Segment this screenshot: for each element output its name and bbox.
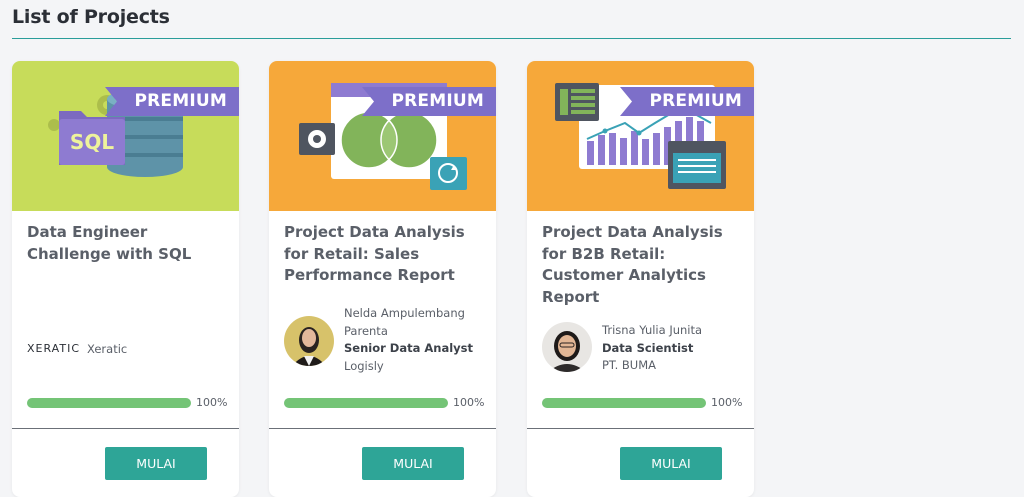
card-divider <box>269 428 496 429</box>
avatar <box>542 322 592 372</box>
premium-badge: PREMIUM <box>134 91 227 111</box>
card-title[interactable]: Project Data Analysis for B2B Retail: Cu… <box>542 222 747 308</box>
page-title: List of Projects <box>12 6 170 28</box>
author-name: Trisna Yulia Junita <box>602 323 703 337</box>
progress-percent: 100% <box>711 396 743 409</box>
card-banner[interactable]: PREMIUM <box>527 61 754 211</box>
project-card[interactable]: PREMIUM Project Data Analysis for Retail… <box>269 61 496 497</box>
card-divider <box>12 428 239 429</box>
progress-bar <box>27 398 191 408</box>
mulai-button[interactable]: MULAI <box>362 447 464 480</box>
svg-text:SQL: SQL <box>70 130 114 154</box>
organizer-logo: XERATIC <box>27 342 80 355</box>
author-role: Senior Data Analyst <box>344 341 473 355</box>
premium-badge: PREMIUM <box>391 91 484 111</box>
author-photo <box>542 322 592 372</box>
progress-percent: 100% <box>453 396 485 409</box>
author-info: Nelda Ampulembang Parenta Senior Data An… <box>344 305 494 375</box>
avatar <box>284 316 334 366</box>
progress-bar <box>542 398 706 408</box>
progress-fill <box>542 398 706 408</box>
author-info: Trisna Yulia Junita Data Scientist PT. B… <box>602 322 752 375</box>
organizer-name: Xeratic <box>87 342 128 356</box>
author-name: Nelda Ampulembang Parenta <box>344 306 465 338</box>
project-card[interactable]: SQL PREMIUM Data Engineer Challenge with… <box>12 61 239 497</box>
project-card[interactable]: PREMIUM Project Data Analysis for B2B Re… <box>527 61 754 497</box>
author-photo <box>284 316 334 366</box>
progress-fill <box>27 398 191 408</box>
author-company: Logisly <box>344 358 384 373</box>
mulai-button[interactable]: MULAI <box>620 447 722 480</box>
progress-percent: 100% <box>196 396 228 409</box>
author-role: Data Scientist <box>602 340 694 355</box>
mulai-button[interactable]: MULAI <box>105 447 207 480</box>
card-title[interactable]: Project Data Analysis for Retail: Sales … <box>284 222 489 287</box>
title-divider <box>12 38 1011 39</box>
card-divider <box>527 428 754 429</box>
author-company: PT. BUMA <box>602 358 657 372</box>
progress-fill <box>284 398 448 408</box>
card-title[interactable]: Data Engineer Challenge with SQL <box>27 222 232 265</box>
bar-line-chart-icon <box>555 83 726 189</box>
sql-database-icon: SQL <box>48 89 183 177</box>
premium-badge: PREMIUM <box>649 91 742 111</box>
progress-bar <box>284 398 448 408</box>
venn-diagram-icon <box>299 83 467 190</box>
card-banner[interactable]: SQL PREMIUM <box>12 61 239 211</box>
card-banner[interactable]: PREMIUM <box>269 61 496 211</box>
